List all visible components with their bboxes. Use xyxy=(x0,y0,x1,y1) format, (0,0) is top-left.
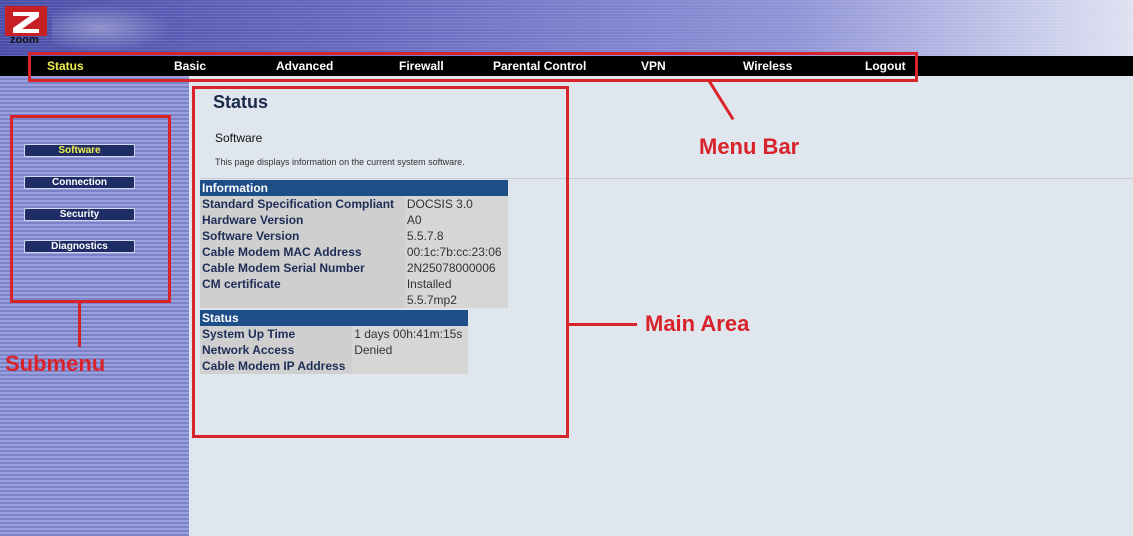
menu-bar-label: Menu Bar xyxy=(699,134,800,159)
header-decoration xyxy=(52,4,172,52)
header-banner: zoom xyxy=(0,0,1133,56)
main-area-pointer xyxy=(569,323,637,326)
main-area-label: Main Area xyxy=(645,311,750,336)
submenu-pointer xyxy=(78,303,81,347)
submenu-label: Submenu xyxy=(5,351,106,376)
main-area-highlight xyxy=(192,86,569,438)
submenu-highlight xyxy=(10,115,171,303)
logo-text: zoom xyxy=(10,34,39,46)
menu-bar-highlight xyxy=(28,52,918,82)
